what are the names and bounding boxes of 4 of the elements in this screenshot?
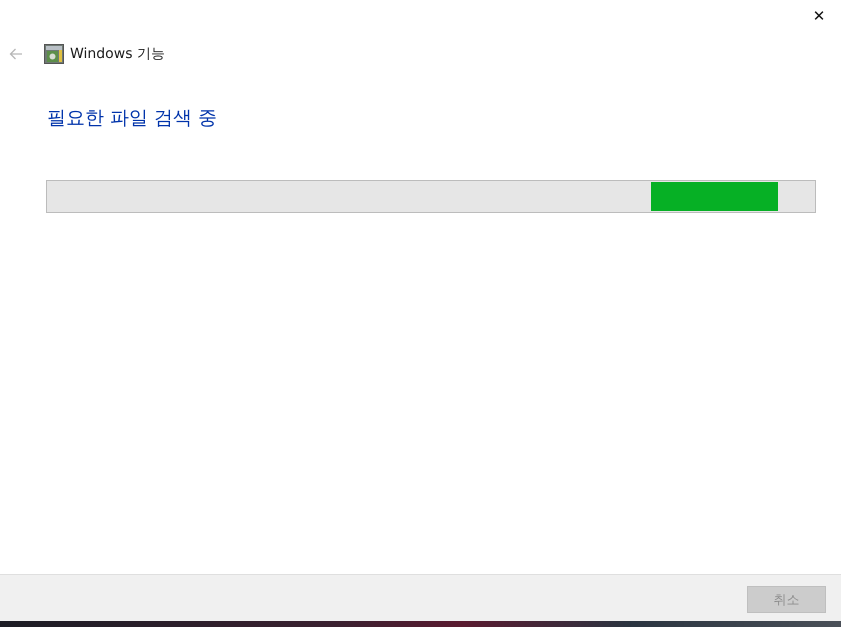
window-title: Windows 기능 <box>70 45 165 63</box>
feature-box-icon <box>44 44 64 64</box>
status-heading: 필요한 파일 검색 중 <box>47 106 218 131</box>
close-button[interactable]: ✕ <box>809 6 829 26</box>
